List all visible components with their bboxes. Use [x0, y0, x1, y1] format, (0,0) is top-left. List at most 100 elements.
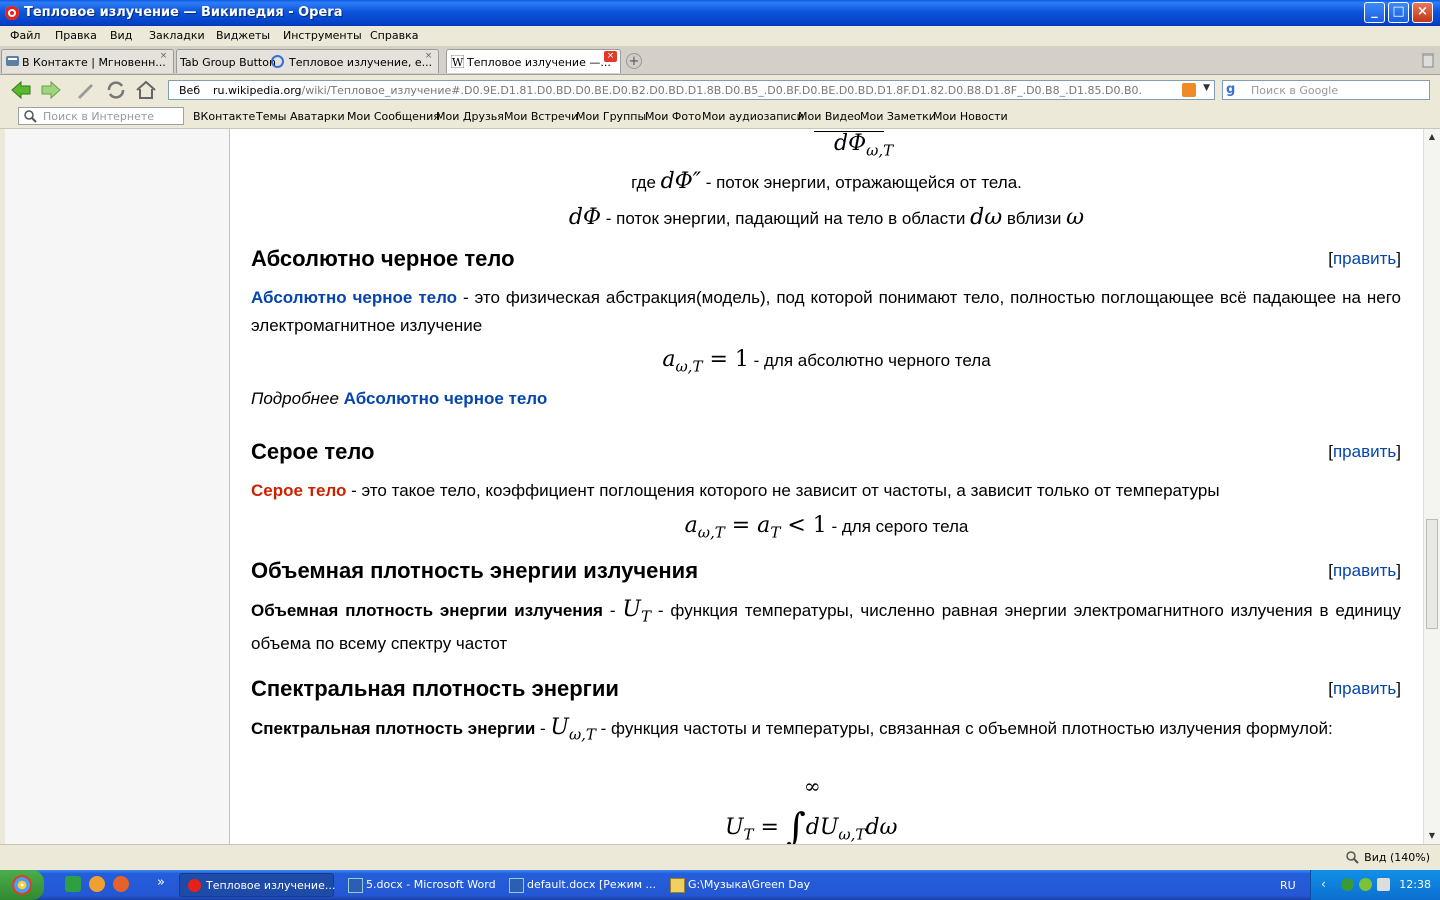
scroll-down-icon[interactable]: ▼	[1425, 829, 1439, 843]
maximize-button[interactable]: □	[1388, 2, 1409, 23]
edit-pen-icon[interactable]	[75, 80, 97, 100]
home-icon[interactable]	[135, 80, 157, 100]
address-label: Веб	[179, 84, 201, 97]
menu-view[interactable]: Вид	[110, 29, 132, 42]
bookmark-friends[interactable]: Мои Друзья	[436, 110, 504, 123]
scrollbar-thumb[interactable]	[1426, 519, 1438, 629]
edit-link-blackbody[interactable]: [править]	[1328, 249, 1401, 269]
minimize-button[interactable]: _	[1364, 2, 1385, 23]
language-indicator[interactable]: RU	[1280, 879, 1296, 892]
integral-upper-limit: ∞	[804, 774, 821, 798]
google-icon[interactable]: g	[1226, 82, 1235, 97]
bookmark-audio[interactable]: Мои аудиозаписи	[702, 110, 804, 123]
tray-green-icon[interactable]	[1359, 878, 1372, 891]
start-button[interactable]	[0, 870, 44, 900]
address-path: /wiki/Тепловое_излучение#.D0.9E.D1.81.D0…	[301, 84, 1143, 97]
bookmark-notes[interactable]: Мои Заметки	[860, 110, 936, 123]
edit-link-graybody[interactable]: [править]	[1328, 442, 1401, 462]
bookmark-photos[interactable]: Мои Фото	[645, 110, 701, 123]
menu-tools[interactable]: Инструменты	[283, 29, 362, 42]
personal-bar: Поиск в Интернете ВКонтакте Темы Аватарк…	[0, 105, 1440, 129]
tray-play-icon[interactable]	[1341, 878, 1354, 891]
zoom-level[interactable]: Вид (140%)	[1364, 851, 1430, 864]
vkontakte-icon	[6, 56, 19, 66]
back-icon[interactable]	[10, 80, 32, 100]
scroll-up-icon[interactable]: ▲	[1425, 130, 1439, 144]
task-word-default[interactable]: default.docx [Режим ...	[501, 873, 656, 897]
integral-formula: UT = ∫dUω,Tdω	[725, 805, 898, 844]
menu-file[interactable]: Файл	[10, 29, 40, 42]
firefox-icon[interactable]	[113, 876, 129, 892]
tab-close-icon[interactable]: ×	[157, 51, 170, 62]
internet-search-placeholder: Поиск в Интернете	[43, 110, 155, 123]
bookmark-meetings[interactable]: Мои Встречи	[504, 110, 578, 123]
bookmark-videos[interactable]: Мои Видео	[798, 110, 861, 123]
address-domain: ru.wikipedia.org	[213, 84, 302, 97]
bookmark-themes[interactable]: Темы	[256, 110, 286, 123]
wikipedia-icon: W	[451, 55, 464, 68]
edit-link-volume-density[interactable]: [править]	[1328, 561, 1401, 581]
tab-label: Tab Group Button	[180, 56, 276, 69]
menu-bookmarks[interactable]: Закладки	[149, 29, 205, 42]
wiki-sidebar	[5, 129, 230, 844]
reload-icon[interactable]	[105, 80, 127, 100]
link-more-blackbody[interactable]: Абсолютно черное тело	[344, 389, 548, 408]
task-explorer-greenday[interactable]: G:\Музыка\Green Day	[662, 873, 817, 897]
bookmark-avatars[interactable]: Аватарки	[290, 110, 345, 123]
new-tab-button[interactable]: +	[626, 53, 642, 69]
word-icon	[348, 878, 363, 893]
tab-active-wikipedia[interactable]: W Тепловое излучение —... ×	[446, 49, 621, 73]
svg-text:W: W	[452, 56, 464, 68]
forward-icon[interactable]	[40, 80, 62, 100]
heading-blackbody: Абсолютно черное тело	[251, 246, 515, 271]
address-url: ru.wikipedia.org/wiki/Тепловое_излучение…	[213, 84, 1143, 97]
where-reflected-line: где dΦ″ - поток энергии, отражающейся от…	[631, 169, 1022, 194]
bookmark-messages[interactable]: Мои Сообщения	[347, 110, 440, 123]
clock[interactable]: 12:38	[1399, 878, 1431, 891]
address-bar[interactable]: Веб ru.wikipedia.org/wiki/Тепловое_излуч…	[168, 80, 1215, 100]
formula-denominator: dΦω,T	[834, 131, 894, 160]
quicklaunch-green-icon[interactable]	[65, 876, 81, 892]
edit-link-spectral-density[interactable]: [править]	[1328, 679, 1401, 699]
page-viewport: dΦω,T где dΦ″ - поток энергии, отражающе…	[5, 129, 1423, 844]
vertical-scrollbar[interactable]: ▲ ▼	[1423, 129, 1440, 844]
bookmark-groups[interactable]: Мои Группы	[576, 110, 646, 123]
windows-taskbar: » Тепловое излучение... 5.docx - Microso…	[0, 870, 1440, 900]
menu-edit[interactable]: Правка	[55, 29, 97, 42]
article-body: dΦω,T где dΦ″ - поток энергии, отражающе…	[230, 129, 1423, 844]
menu-widgets[interactable]: Виджеты	[216, 29, 270, 42]
tray-network-icon[interactable]	[1377, 878, 1390, 891]
tab-close-icon[interactable]: ×	[604, 51, 617, 62]
quicklaunch-orange-icon[interactable]	[89, 876, 105, 892]
paragraph-graybody: Серое тело - это такое тело, коэффициент…	[251, 481, 1220, 500]
rss-feed-icon[interactable]	[1182, 83, 1196, 97]
menu-help[interactable]: Справка	[370, 29, 418, 42]
trash-icon[interactable]	[1420, 52, 1436, 68]
task-opera[interactable]: Тепловое излучение...	[179, 873, 335, 897]
close-button[interactable]: ×	[1412, 2, 1433, 23]
link-graybody-term[interactable]: Серое тело	[251, 481, 346, 500]
chevron-down-icon[interactable]: ▼	[1203, 83, 1210, 93]
windows-logo-icon	[12, 875, 32, 895]
google-search-field[interactable]: g Поиск в Google	[1222, 80, 1430, 100]
bookmark-vkontakte[interactable]: ВКонтакте	[193, 110, 255, 123]
chevron-left-icon[interactable]: ‹	[1321, 877, 1326, 891]
paragraph-spectral-density: Спектральная плотность энергии - Uω,T - …	[251, 715, 1333, 744]
search-icon	[24, 110, 37, 123]
task-word-5docx[interactable]: 5.docx - Microsoft Word	[340, 873, 496, 897]
quicklaunch-more[interactable]: »	[157, 875, 165, 890]
tab-vkontakte[interactable]: В Контакте | Мгновенн... ×	[1, 49, 174, 73]
tab-group-button[interactable]: Tab Group Button Тепловое излучение, е..…	[176, 49, 439, 73]
bookmark-news[interactable]: Мои Новости	[933, 110, 1008, 123]
more-blackbody-line: Подробнее Абсолютно черное тело	[251, 389, 548, 408]
formula-blackbody: aω,T = 1 - для абсолютно черного тела	[662, 347, 991, 376]
word-icon	[509, 878, 524, 893]
task-label: default.docx [Режим ...	[527, 878, 657, 891]
heading-graybody: Серое тело	[251, 439, 375, 464]
tab-close-icon[interactable]: ×	[422, 51, 435, 62]
internet-search-input[interactable]: Поиск в Интернете	[18, 107, 184, 125]
title-bar: Тепловое излучение — Википедия - Opera _…	[0, 0, 1440, 26]
opera-logo-icon	[5, 6, 19, 20]
link-blackbody-term[interactable]: Абсолютно черное тело	[251, 288, 457, 307]
incident-flux-line: dΦ - поток энергии, падающий на тело в о…	[568, 205, 1085, 230]
